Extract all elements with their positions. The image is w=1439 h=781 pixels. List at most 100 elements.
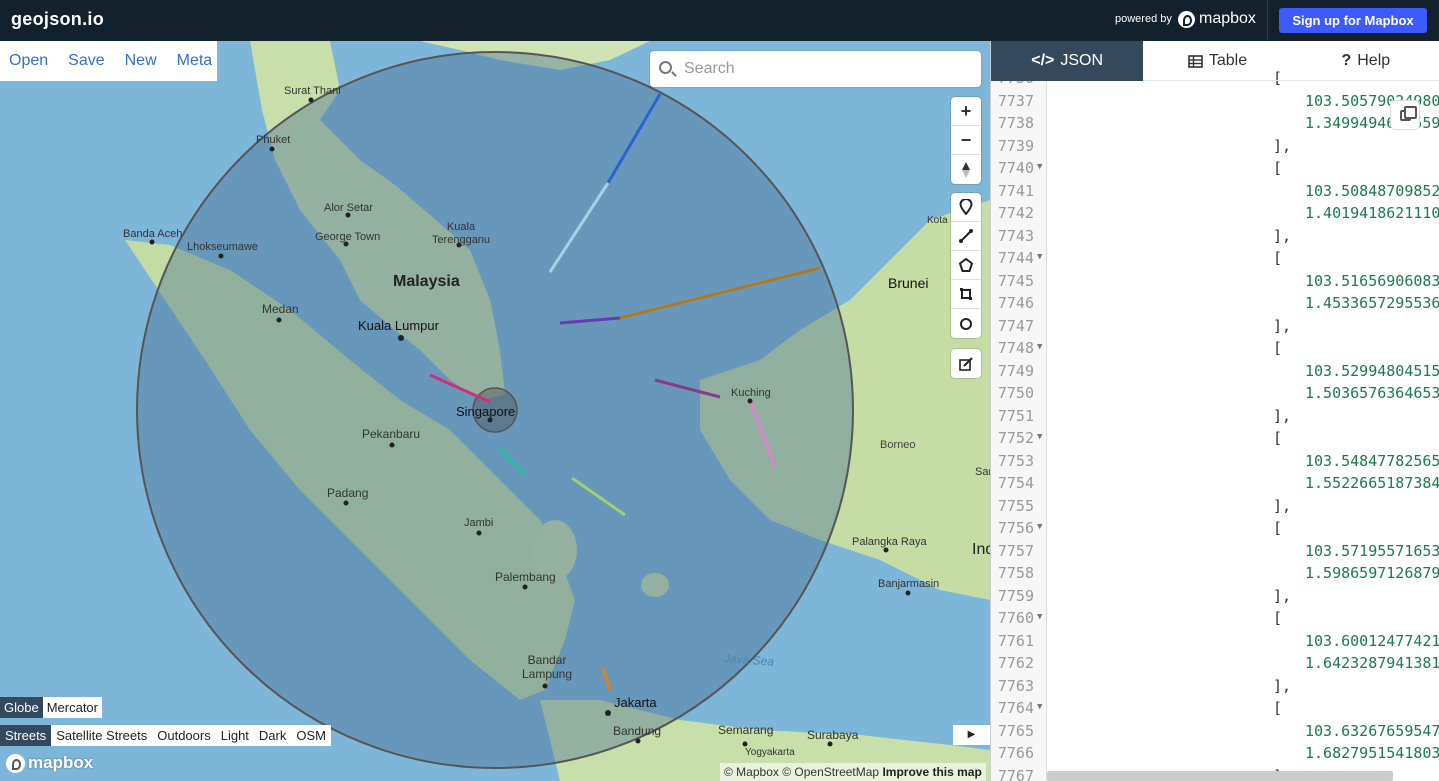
line-icon <box>959 229 973 243</box>
expand-panel-button[interactable]: ▶ <box>953 725 990 745</box>
map-label: Alor Setar <box>324 202 373 214</box>
fold-arrow-icon[interactable]: ▼ <box>1037 342 1042 352</box>
map-label: George Town <box>315 231 381 243</box>
code-bracket: ], <box>1273 586 1292 605</box>
mapbox-logo-icon <box>1178 10 1195 28</box>
save-menu-item[interactable]: Save <box>68 52 104 70</box>
fold-arrow-icon[interactable]: ▼ <box>1037 702 1042 712</box>
code-line: 7760 ▼ [ <box>991 609 1439 632</box>
table-icon <box>1188 54 1203 68</box>
style-light[interactable]: Light <box>216 725 254 746</box>
zoom-out-button[interactable]: − <box>951 126 981 155</box>
code-bracket: [ <box>1273 699 1283 717</box>
line-number: 7738 <box>997 114 1034 132</box>
draw-rectangle-button[interactable] <box>951 280 981 309</box>
draw-circle-button[interactable] <box>951 309 981 338</box>
coordinate-value: 1.4533657295536 <box>1305 294 1439 312</box>
search-input[interactable] <box>684 57 964 81</box>
tab-json[interactable]: </> JSON <box>991 41 1144 81</box>
tab-table-label: Table <box>1208 52 1248 69</box>
mapbox-map-logo[interactable]: mapbox <box>6 753 93 773</box>
code-line: 7747], <box>991 317 1439 340</box>
code-line: 7755], <box>991 497 1439 520</box>
tab-table[interactable]: Table <box>1143 41 1291 81</box>
style-streets[interactable]: Streets <box>0 725 52 746</box>
code-icon: </> <box>1031 52 1055 69</box>
edit-icon <box>959 356 973 371</box>
draw-polygon-button[interactable] <box>951 251 981 280</box>
tab-help[interactable]: ? Help <box>1292 41 1439 81</box>
code-line: 7751], <box>991 407 1439 430</box>
code-bracket: [ <box>1273 609 1283 627</box>
meta-menu-item[interactable]: Meta <box>177 52 213 70</box>
line-number: 7737 <box>997 91 1034 110</box>
fold-arrow-icon[interactable]: ▼ <box>1037 612 1042 622</box>
code-line: 7765 103.63267659547 <box>991 722 1439 745</box>
search-box <box>650 51 981 87</box>
line-number: 7764 <box>997 699 1034 717</box>
polygon-icon <box>959 258 973 272</box>
line-number: 7749 <box>997 361 1034 380</box>
map-label: Bandung <box>613 724 662 738</box>
line-number: 7748 <box>997 339 1034 357</box>
mapbox-brand[interactable]: mapbox <box>1178 10 1256 28</box>
code-line: 7749 103.52994804515 <box>991 362 1439 385</box>
map-label: Medan <box>262 302 299 316</box>
map-label: Palembang <box>495 570 556 584</box>
code-line: 7742 1.4019418621110 <box>991 204 1439 227</box>
edit-button[interactable] <box>951 349 981 378</box>
coordinate-value: 1.6423287941381 <box>1305 654 1439 672</box>
map-label: Kuala Lumpur <box>358 318 439 333</box>
json-editor[interactable]: 7736▼[7737103.5057902498077381.349949460… <box>991 69 1439 781</box>
draw-point-button[interactable] <box>951 193 981 222</box>
fold-arrow-icon[interactable]: ▼ <box>1037 432 1042 442</box>
projection-mercator[interactable]: Mercator <box>42 697 102 718</box>
draw-controls <box>951 193 981 338</box>
style-dark[interactable]: Dark <box>254 725 291 746</box>
style-outdoors[interactable]: Outdoors <box>152 725 215 746</box>
line-number: 7766 <box>997 744 1034 762</box>
new-menu-item[interactable]: New <box>125 52 157 70</box>
code-line: 7757 103.57195571653 <box>991 542 1439 565</box>
draw-line-button[interactable] <box>951 222 981 251</box>
code-line: 7750 1.5036576364653 <box>991 384 1439 407</box>
map-label: Banda Aceh <box>123 228 183 240</box>
edit-controls <box>951 349 981 378</box>
code-bracket: ], <box>1273 676 1292 695</box>
style-satellite-streets[interactable]: Satellite Streets <box>51 725 152 746</box>
projection-globe[interactable]: Globe <box>0 697 43 718</box>
fold-arrow-icon[interactable]: ▼ <box>1037 522 1042 532</box>
coordinate-value: 103.60012477421 <box>1305 631 1439 650</box>
top-bar: geojson.io powered by mapbox Sign up for… <box>0 0 1439 41</box>
zoom-in-button[interactable]: + <box>951 97 981 126</box>
line-number: 7745 <box>997 271 1034 290</box>
code-line: 7738 1.34994946095592 <box>991 114 1439 137</box>
code-line: 7752 ▼ [ <box>991 429 1439 452</box>
style-osm[interactable]: OSM <box>291 725 331 746</box>
map-label: Palangka Raya <box>852 536 927 548</box>
app-logo[interactable]: geojson.io <box>11 9 104 30</box>
coordinate-value: 1.5522665187384 <box>1305 474 1439 492</box>
map-label: Sar <box>975 466 990 478</box>
projection-switcher: Globe Mercator <box>0 697 102 718</box>
attribution-osm[interactable]: © OpenStreetMap <box>782 765 879 779</box>
line-number: 7753 <box>997 451 1034 470</box>
help-icon: ? <box>1341 52 1352 69</box>
compass-button[interactable] <box>951 155 981 184</box>
line-number: 7743 <box>997 226 1034 245</box>
open-menu-item[interactable]: Open <box>9 52 48 70</box>
coordinate-value: 1.5986597126879 <box>1305 564 1439 582</box>
code-line: 7745 103.51656906083 <box>991 272 1439 295</box>
signup-button[interactable]: Sign up for Mapbox <box>1279 8 1427 33</box>
attribution-mapbox[interactable]: © Mapbox <box>724 765 779 779</box>
code-bracket: [ <box>1273 249 1283 267</box>
map-label: Lhokseumawe <box>187 241 258 253</box>
map-canvas[interactable]: Surat Thani Phuket Alor Setar George Tow… <box>0 41 990 781</box>
improve-map-link[interactable]: Improve this map <box>882 765 981 779</box>
code-line: 7759], <box>991 587 1439 610</box>
horizontal-scrollbar[interactable] <box>1047 771 1393 781</box>
copy-button[interactable] <box>1391 101 1419 129</box>
fold-arrow-icon[interactable]: ▼ <box>1037 252 1042 262</box>
fold-arrow-icon[interactable]: ▼ <box>1037 162 1042 172</box>
map-label: Singapore <box>456 404 516 419</box>
